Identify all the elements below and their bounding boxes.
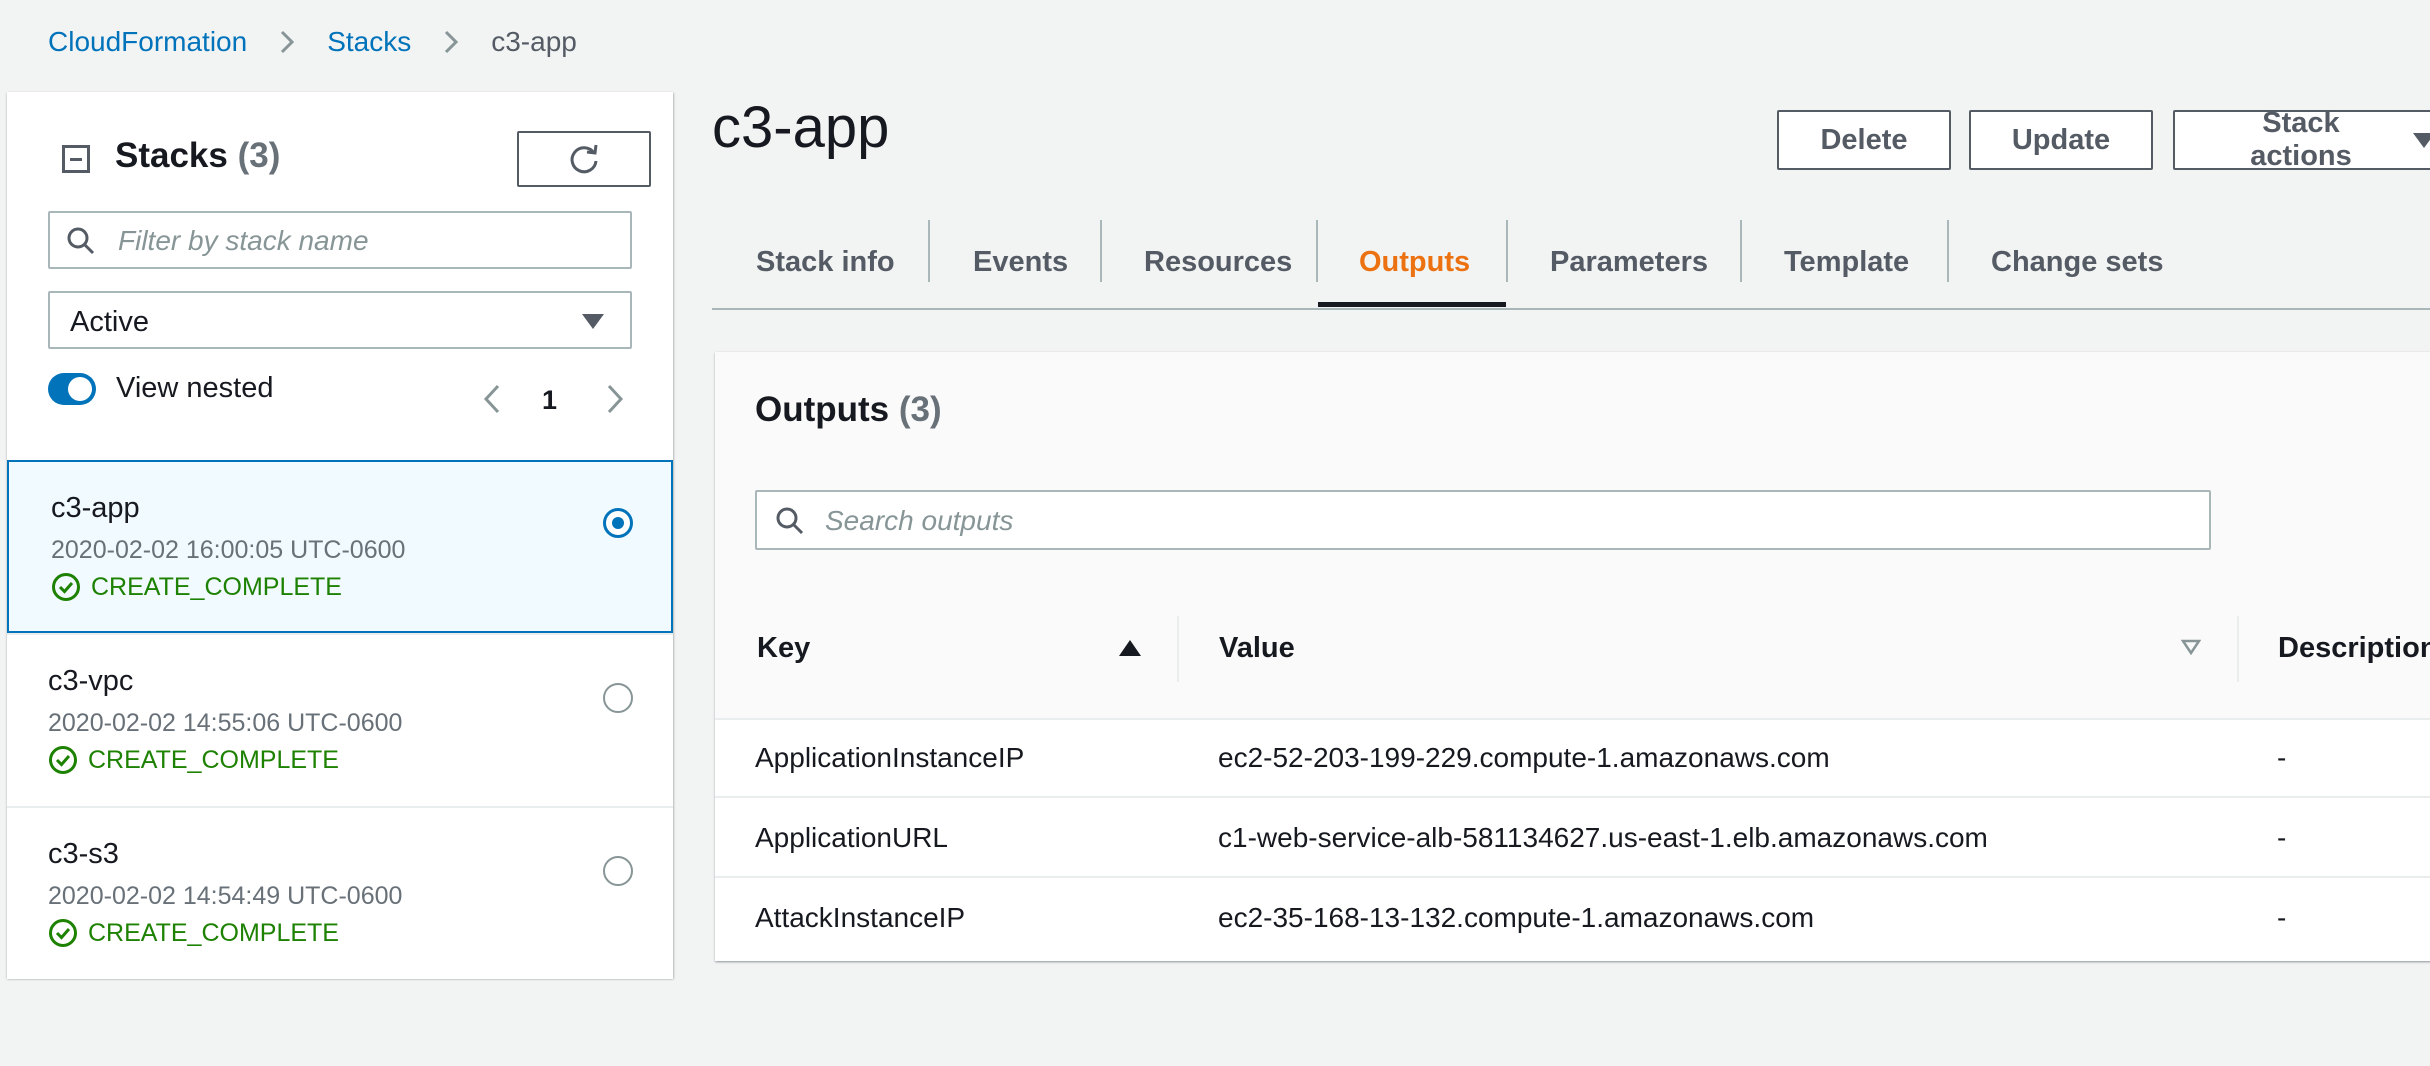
collapse-panel-icon[interactable] — [62, 145, 90, 173]
stack-status: CREATE_COMPLETE — [48, 745, 339, 775]
view-nested-label: View nested — [116, 372, 274, 404]
stack-radio[interactable] — [603, 856, 633, 886]
stack-date: 2020-02-02 14:55:06 UTC-0600 — [48, 709, 403, 737]
stack-name: c3-vpc — [48, 665, 134, 697]
tab-change-sets[interactable]: Change sets — [1991, 216, 2163, 308]
status-filter-select[interactable]: Active — [48, 291, 632, 349]
stack-date: 2020-02-02 14:54:49 UTC-0600 — [48, 882, 403, 910]
stack-item[interactable]: c3-vpc 2020-02-02 14:55:06 UTC-0600 CREA… — [7, 633, 673, 806]
stack-radio[interactable] — [603, 508, 633, 538]
stack-status: CREATE_COMPLETE — [51, 572, 342, 602]
stack-status-text: CREATE_COMPLETE — [88, 918, 339, 947]
stack-actions-label: Stack actions — [2250, 107, 2352, 172]
stack-status-text: CREATE_COMPLETE — [91, 572, 342, 601]
outputs-search — [755, 490, 2211, 550]
column-divider[interactable] — [2237, 616, 2239, 682]
stack-item[interactable]: c3-app 2020-02-02 16:00:05 UTC-0600 CREA… — [7, 460, 673, 633]
table-row: ApplicationInstanceIP ec2-52-203-199-229… — [715, 718, 2430, 798]
column-header-description[interactable]: Description — [2278, 632, 2430, 665]
output-description: - — [2277, 822, 2287, 853]
table-header: Key Value Description — [715, 580, 2430, 720]
caret-down-icon — [582, 314, 604, 329]
stack-item[interactable]: c3-s3 2020-02-02 14:54:49 UTC-0600 CREAT… — [7, 806, 673, 979]
check-circle-icon — [52, 573, 80, 601]
stack-radio[interactable] — [603, 683, 633, 713]
tab-template[interactable]: Template — [1784, 216, 1909, 308]
tab-outputs[interactable]: Outputs — [1359, 216, 1470, 308]
sort-ascending-icon[interactable] — [1119, 640, 1141, 656]
table-row: ApplicationURL c1-web-service-alb-581134… — [715, 798, 2430, 878]
breadcrumb-stacks[interactable]: Stacks — [327, 26, 411, 58]
check-circle-icon — [49, 746, 77, 774]
stacks-title-label: Stacks — [115, 136, 228, 175]
breadcrumb-current: c3-app — [491, 26, 577, 57]
tab-events[interactable]: Events — [973, 216, 1068, 308]
search-icon — [67, 227, 95, 255]
tab-divider — [928, 220, 930, 282]
chevron-left-icon[interactable] — [480, 383, 504, 415]
stack-name: c3-app — [51, 492, 140, 524]
update-button[interactable]: Update — [1969, 110, 2153, 170]
output-value: c1-web-service-alb-581134627.us-east-1.e… — [1218, 822, 1988, 853]
page-number[interactable]: 1 — [542, 385, 557, 416]
stack-date: 2020-02-02 16:00:05 UTC-0600 — [51, 536, 406, 564]
tab-divider — [1316, 220, 1318, 282]
tab-divider — [1947, 220, 1949, 282]
tab-divider — [1100, 220, 1102, 282]
output-key: ApplicationURL — [755, 822, 948, 853]
output-value: ec2-52-203-199-229.compute-1.amazonaws.c… — [1218, 742, 1830, 773]
outputs-container: Outputs (3) Key Value Description Applic… — [715, 352, 2430, 961]
stack-status-text: CREATE_COMPLETE — [88, 745, 339, 774]
stack-filter — [48, 211, 632, 269]
tab-bar: Stack info Events Resources Outputs Para… — [712, 216, 2430, 310]
search-icon — [776, 507, 804, 535]
tab-parameters[interactable]: Parameters — [1550, 216, 1708, 308]
refresh-button[interactable] — [517, 131, 651, 187]
stack-name: c3-s3 — [48, 838, 119, 870]
tab-stack-info[interactable]: Stack info — [756, 216, 895, 308]
chevron-right-icon[interactable] — [603, 383, 627, 415]
output-description: - — [2277, 902, 2287, 933]
stack-status: CREATE_COMPLETE — [48, 918, 339, 948]
tab-divider — [1506, 220, 1508, 282]
breadcrumb-cloudformation[interactable]: CloudFormation — [48, 26, 247, 58]
column-divider[interactable] — [1177, 616, 1179, 682]
table-row: AttackInstanceIP ec2-35-168-13-132.compu… — [715, 878, 2430, 958]
refresh-icon — [570, 144, 598, 174]
chevron-right-icon — [281, 30, 295, 54]
output-key: AttackInstanceIP — [755, 902, 966, 933]
outputs-title-label: Outputs — [755, 390, 890, 429]
stacks-panel: Stacks (3) Active View nested 1 c3-app 2… — [7, 92, 673, 979]
stack-actions-button[interactable]: Stack actions — [2173, 107, 2430, 172]
column-header-key[interactable]: Key — [757, 632, 810, 665]
page-title: c3-app — [712, 95, 890, 160]
outputs-search-input[interactable] — [823, 501, 2127, 541]
caret-down-icon — [2413, 132, 2430, 148]
outputs-title: Outputs (3) — [755, 390, 942, 430]
output-value: ec2-35-168-13-132.compute-1.amazonaws.co… — [1218, 902, 1815, 933]
stacks-count: (3) — [237, 136, 281, 175]
outputs-count: (3) — [898, 390, 942, 429]
breadcrumb: CloudFormation Stacks c3-app — [48, 22, 577, 62]
view-nested-toggle[interactable] — [48, 373, 96, 405]
output-key: ApplicationInstanceIP — [755, 742, 1025, 773]
output-description: - — [2277, 742, 2287, 773]
stack-list: c3-app 2020-02-02 16:00:05 UTC-0600 CREA… — [7, 460, 673, 979]
active-tab-indicator — [1318, 302, 1506, 307]
tab-resources[interactable]: Resources — [1144, 216, 1292, 308]
tab-divider — [1740, 220, 1742, 282]
column-header-value[interactable]: Value — [1219, 632, 1295, 665]
stack-filter-input[interactable] — [116, 221, 620, 261]
check-circle-icon — [49, 919, 77, 947]
stacks-panel-title: Stacks (3) — [115, 136, 280, 176]
chevron-right-icon — [445, 30, 459, 54]
status-filter-value: Active — [70, 306, 149, 338]
delete-button[interactable]: Delete — [1777, 110, 1951, 170]
sort-descending-icon[interactable] — [2181, 638, 2201, 658]
